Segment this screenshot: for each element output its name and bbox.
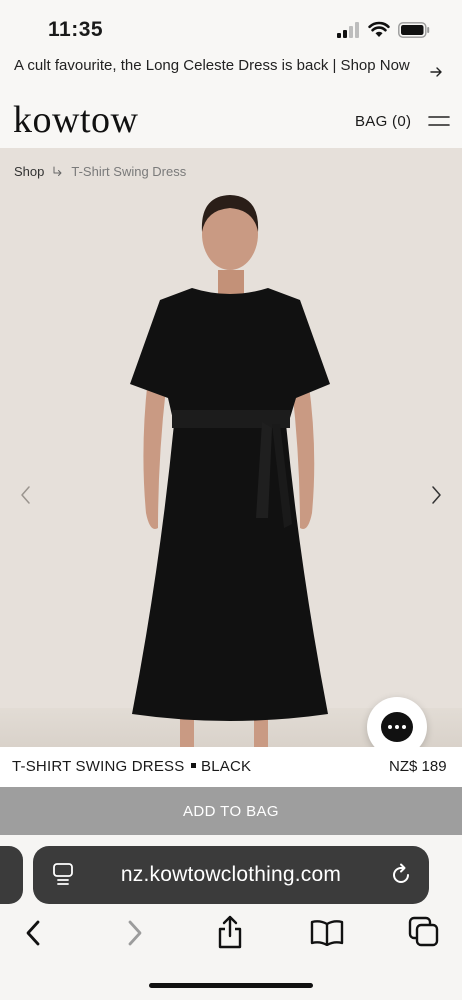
- add-to-bag-button[interactable]: ADD TO BAG: [0, 787, 462, 835]
- wifi-icon: [368, 21, 390, 37]
- product-color: BLACK: [201, 758, 252, 775]
- status-time: 11:35: [48, 18, 104, 41]
- hamburger-menu-icon[interactable]: [428, 114, 450, 128]
- product-name: T-SHIRT SWING DRESS: [12, 758, 185, 775]
- cellular-signal-icon: [337, 22, 359, 38]
- announcement-text[interactable]: A cult favourite, the Long Celeste Dress…: [14, 57, 414, 75]
- bag-label: BAG: [355, 113, 388, 130]
- color-swatch: [191, 763, 196, 768]
- battery-icon: [398, 22, 430, 38]
- product-image[interactable]: [0, 148, 462, 747]
- breadcrumb-shop[interactable]: Shop: [14, 164, 44, 179]
- product-price: NZ$ 189: [389, 758, 447, 775]
- back-icon[interactable]: [22, 918, 44, 948]
- chat-bubble-icon: [381, 712, 413, 742]
- arrow-right-icon[interactable]: [428, 64, 444, 80]
- url-text[interactable]: nz.kowtowclothing.com: [33, 846, 429, 904]
- home-indicator: [149, 983, 313, 988]
- return-arrow-icon: [53, 166, 62, 176]
- brand-logo[interactable]: kowtow: [13, 98, 138, 142]
- breadcrumb-current: T-Shirt Swing Dress: [71, 164, 187, 179]
- product-photo: [0, 148, 462, 747]
- breadcrumb: Shop T-Shirt Swing Dress: [14, 164, 186, 179]
- share-icon[interactable]: [215, 914, 245, 950]
- bookmarks-icon[interactable]: [310, 918, 344, 946]
- forward-icon[interactable]: [124, 918, 146, 948]
- bag-count: (0): [392, 113, 412, 130]
- tabs-icon[interactable]: [408, 916, 440, 948]
- page-menu-icon[interactable]: [52, 862, 74, 886]
- previous-tab-peek[interactable]: [0, 846, 23, 904]
- bag-link[interactable]: BAG (0): [355, 113, 411, 130]
- chevron-right-icon[interactable]: [428, 485, 444, 505]
- chevron-left-icon[interactable]: [18, 485, 34, 505]
- reload-icon[interactable]: [389, 862, 413, 886]
